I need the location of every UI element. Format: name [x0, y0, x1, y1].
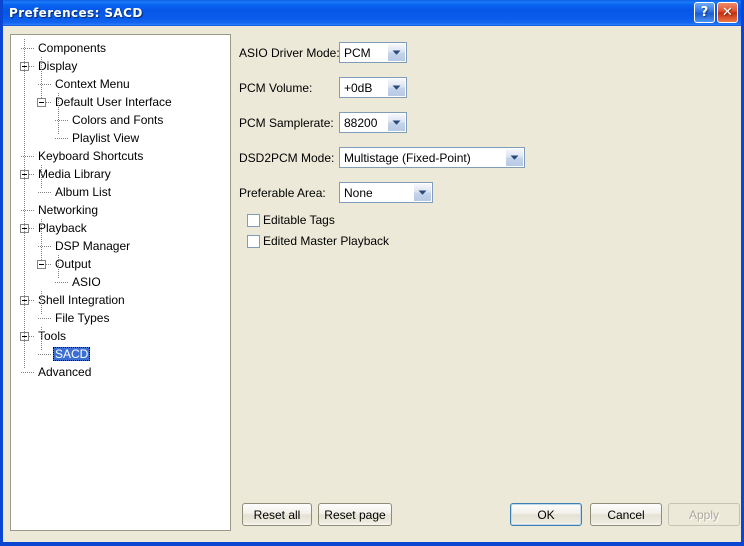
chevron-down-icon[interactable]: [505, 149, 523, 166]
tree-connector-line: [38, 354, 52, 355]
sidebar-item-label: Default User Interface: [55, 95, 172, 109]
field-row: PCM Samplerate: 88200: [239, 112, 407, 133]
field-label: Preferable Area:: [239, 185, 326, 200]
combobox-value: 88200: [344, 115, 378, 130]
tree-connector-line: [55, 138, 69, 139]
field-row: PCM Volume: +0dB: [239, 77, 407, 98]
sidebar-item-label: SACD: [53, 347, 91, 361]
sidebar-item-label: Display: [38, 59, 78, 73]
sidebar-item-networking[interactable]: Networking: [11, 201, 230, 219]
combobox-value: +0dB: [344, 80, 373, 95]
tree-trunk-line: [41, 291, 42, 315]
title-bar-buttons: ? ✕: [694, 2, 738, 23]
combobox-pcm-volume[interactable]: +0dB: [339, 77, 407, 98]
sidebar-item-display[interactable]: Display: [11, 57, 230, 75]
checkbox-box[interactable]: [247, 234, 260, 248]
sidebar-item-label: Playlist View: [72, 131, 140, 145]
preferences-tree-items: Components Display Context Menu Default Use…: [11, 35, 230, 381]
checkbox-edited-master-playback[interactable]: Edited Master Playback: [247, 234, 389, 248]
sidebar-item-context-menu[interactable]: Context Menu: [11, 75, 230, 93]
field-row: ASIO Driver Mode: PCM: [239, 42, 407, 63]
sidebar-item-label: ASIO: [72, 275, 101, 289]
sidebar-item-label: Media Library: [38, 167, 111, 181]
tree-collapse-icon[interactable]: [37, 98, 46, 107]
dialog-client-area: Components Display Context Menu Default Use…: [3, 26, 741, 539]
sacd-settings-panel: ASIO Driver Mode: PCM PCM Volume: +0dB PCM S…: [239, 34, 735, 495]
tree-trunk-line: [58, 255, 59, 279]
sidebar-item-album-list[interactable]: Album List: [11, 183, 230, 201]
sidebar-item-label: Keyboard Shortcuts: [38, 149, 144, 163]
help-button[interactable]: ?: [694, 2, 715, 23]
checkbox-label: Editable Tags: [263, 213, 335, 227]
field-label: DSD2PCM Mode:: [239, 150, 335, 165]
tree-collapse-icon[interactable]: [37, 260, 46, 269]
tree-trunk-line: [41, 165, 42, 189]
sidebar-item-file-types[interactable]: File Types: [11, 309, 230, 327]
tree-connector-line: [38, 318, 52, 319]
sidebar-item-shell-integration[interactable]: Shell Integration: [11, 291, 230, 309]
checkbox-label: Edited Master Playback: [263, 234, 390, 248]
field-row: DSD2PCM Mode: Multistage (Fixed-Point): [239, 147, 525, 168]
sidebar-item-label: Context Menu: [55, 77, 130, 91]
tree-connector-line: [21, 372, 35, 373]
tree-trunk-line: [41, 327, 42, 351]
checkbox-box[interactable]: [247, 213, 260, 227]
combobox-value: Multistage (Fixed-Point): [344, 150, 471, 165]
tree-trunk-line: [58, 93, 59, 135]
sidebar-item-label: Networking: [38, 203, 99, 217]
checkbox-editable-tags[interactable]: Editable Tags: [247, 213, 335, 227]
tree-connector-line: [55, 282, 69, 283]
combobox-dsd2pcm-mode[interactable]: Multistage (Fixed-Point): [339, 147, 525, 168]
tree-trunk-line: [41, 57, 42, 99]
sidebar-item-label: Output: [55, 257, 92, 271]
combobox-pcm-samplerate[interactable]: 88200: [339, 112, 407, 133]
sidebar-item-label: Components: [38, 41, 107, 55]
sidebar-item-output[interactable]: Output: [11, 255, 230, 273]
chevron-down-icon[interactable]: [387, 114, 405, 131]
field-label: PCM Volume:: [239, 80, 313, 95]
sidebar-item-components[interactable]: Components: [11, 39, 230, 57]
sidebar-item-label: Advanced: [38, 365, 92, 379]
sidebar-item-default-user-interface[interactable]: Default User Interface: [11, 93, 230, 111]
window-title: Preferences: SACD: [9, 6, 143, 20]
sidebar-item-advanced[interactable]: Advanced: [11, 363, 230, 381]
sidebar-item-playlist-view[interactable]: Playlist View: [11, 129, 230, 147]
close-icon[interactable]: ✕: [717, 2, 738, 23]
field-row: Preferable Area: None: [239, 182, 433, 203]
field-label: PCM Samplerate:: [239, 115, 334, 130]
sidebar-item-dsp-manager[interactable]: DSP Manager: [11, 237, 230, 255]
combobox-asio-driver-mode[interactable]: PCM: [339, 42, 407, 63]
ok-button[interactable]: OK: [510, 503, 582, 526]
chevron-down-icon[interactable]: [413, 184, 431, 201]
tree-trunk-line: [41, 219, 42, 261]
reset-page-button[interactable]: Reset page: [318, 503, 392, 526]
sidebar-item-asio[interactable]: ASIO: [11, 273, 230, 291]
sidebar-item-label: File Types: [55, 311, 110, 325]
sidebar-item-label: Album List: [55, 185, 112, 199]
sidebar-item-media-library[interactable]: Media Library: [11, 165, 230, 183]
sidebar-item-label: Shell Integration: [38, 293, 125, 307]
combobox-value: None: [344, 185, 373, 200]
tree-connector-line: [38, 192, 52, 193]
sidebar-item-label: Colors and Fonts: [72, 113, 164, 127]
combobox-preferable-area[interactable]: None: [339, 182, 433, 203]
field-label: ASIO Driver Mode:: [239, 45, 340, 60]
chevron-down-icon[interactable]: [387, 44, 405, 61]
chevron-down-icon[interactable]: [387, 79, 405, 96]
sidebar-item-colors-and-fonts[interactable]: Colors and Fonts: [11, 111, 230, 129]
reset-all-button[interactable]: Reset all: [242, 503, 312, 526]
sidebar-item-sacd[interactable]: SACD: [11, 345, 230, 363]
preferences-dialog: Preferences: SACD ? ✕ Components Display C…: [0, 0, 744, 546]
sidebar-item-label: DSP Manager: [55, 239, 131, 253]
sidebar-item-label: Playback: [38, 221, 87, 235]
title-bar[interactable]: Preferences: SACD ? ✕: [3, 0, 741, 26]
sidebar-item-tools[interactable]: Tools: [11, 327, 230, 345]
cancel-button[interactable]: Cancel: [590, 503, 662, 526]
tree-trunk-line: [24, 39, 25, 369]
sidebar-item-keyboard-shortcuts[interactable]: Keyboard Shortcuts: [11, 147, 230, 165]
sidebar-item-playback[interactable]: Playback: [11, 219, 230, 237]
preferences-tree[interactable]: Components Display Context Menu Default Use…: [10, 34, 231, 531]
combobox-value: PCM: [344, 45, 371, 60]
apply-button: Apply: [668, 503, 740, 526]
